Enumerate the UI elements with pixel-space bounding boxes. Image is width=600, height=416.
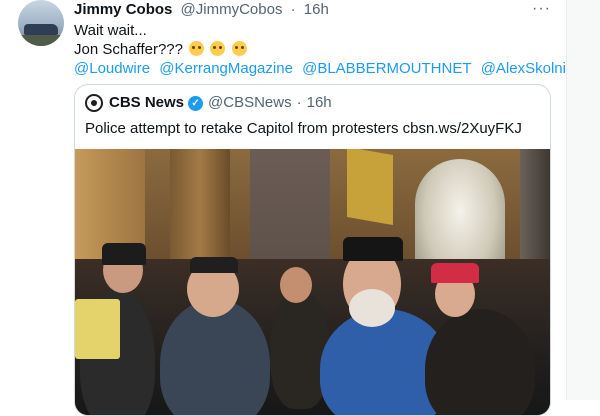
photo-beanie-glasses (190, 257, 238, 273)
tweet-text-line-1: Wait wait... (74, 22, 147, 39)
thinking-face-icon (231, 41, 247, 56)
photo-beard (349, 289, 395, 327)
photo-yellow-sign (75, 299, 120, 359)
quoted-time-separator: · (296, 94, 302, 111)
mention-link-loudwire[interactable]: @Loudwire (74, 60, 150, 77)
tweet-text-line-2: Jon Schaffer??? (74, 40, 554, 59)
mention-link-blabbermouth[interactable]: @BLABBERMOUTHNET (302, 60, 471, 77)
quoted-tweet-text: Police attempt to retake Capitol from pr… (85, 120, 522, 137)
thinking-face-icon (210, 41, 226, 56)
tweet-time[interactable]: 16h (304, 1, 329, 18)
photo-black-cap (343, 237, 403, 261)
tweet-header: Jimmy Cobos @JimmyCobos · 16h (74, 1, 329, 19)
quoted-tweet-photo[interactable] (75, 149, 550, 415)
quoted-tweet-header: CBS News ✓ @CBSNews · 16h (85, 94, 332, 112)
thinking-face-icon (189, 41, 205, 56)
time-separator: · (290, 1, 296, 18)
quoted-tweet-time[interactable]: 16h (307, 94, 332, 112)
quoted-tweet[interactable]: CBS News ✓ @CBSNews · 16h Police attempt… (74, 84, 551, 416)
quoted-author-name[interactable]: CBS News (109, 94, 184, 112)
photo-head-center (280, 267, 312, 303)
tweet-text-line-2-text: Jon Schaffer??? (74, 41, 183, 58)
verified-badge-icon: ✓ (188, 95, 204, 111)
author-avatar[interactable] (18, 0, 64, 46)
quoted-author-handle[interactable]: @CBSNews (208, 94, 292, 112)
right-sidebar-edge (566, 0, 600, 400)
tweet-body: Wait wait... Jon Schaffer??? @Loudwire @… (74, 21, 581, 78)
cbs-eye-logo-icon[interactable] (85, 94, 103, 112)
photo-flag (347, 149, 393, 226)
mention-link-kerrang[interactable]: @KerrangMagazine (159, 60, 293, 77)
author-handle[interactable]: @JimmyCobos (181, 1, 283, 18)
mentions-line: @Loudwire @KerrangMagazine @BLABBERMOUTH… (74, 59, 581, 78)
more-options-icon[interactable]: ··· (532, 0, 551, 18)
author-name[interactable]: Jimmy Cobos (74, 1, 172, 18)
avatar-car (24, 24, 58, 35)
tweet-card[interactable]: Jimmy Cobos @JimmyCobos · 16h ··· Wait w… (0, 0, 581, 416)
avatar-ground (18, 35, 64, 46)
photo-red-cap (431, 263, 479, 283)
photo-beanie-left (102, 243, 146, 265)
